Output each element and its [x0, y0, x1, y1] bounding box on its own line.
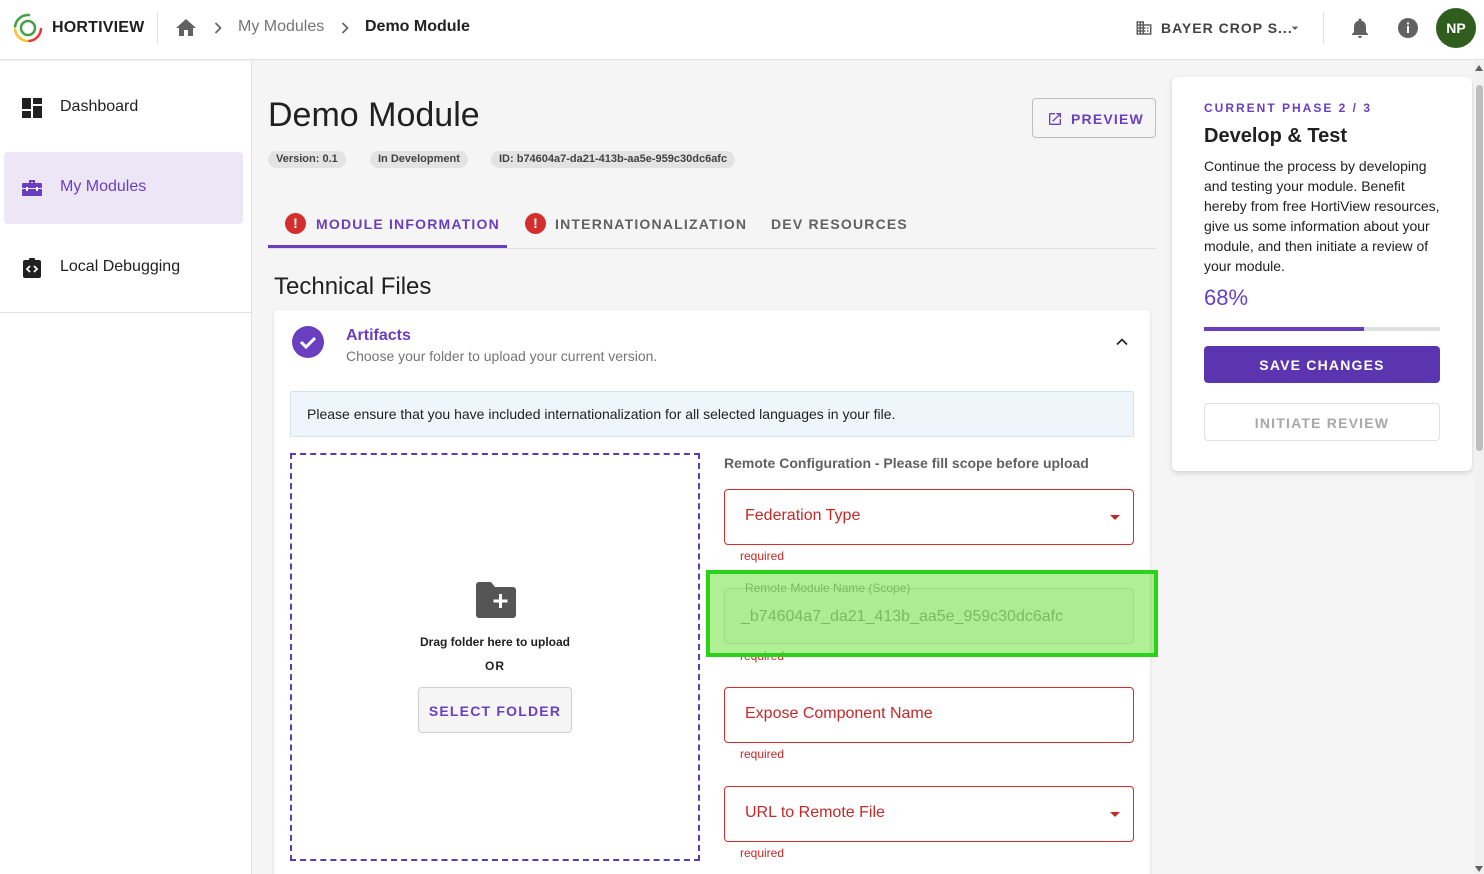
preview-button[interactable]: PREVIEW: [1032, 98, 1156, 138]
federation-type-select[interactable]: Federation Type: [724, 489, 1134, 545]
organization-selector[interactable]: BAYER CROP S...: [1161, 20, 1293, 36]
chevron-up-icon[interactable]: [1112, 332, 1132, 352]
tab-internationalization[interactable]: ! INTERNATIONALIZATION: [508, 207, 753, 249]
sidebar-item-dashboard[interactable]: Dashboard: [4, 72, 243, 144]
dashboard-icon: [22, 98, 42, 118]
sidebar-item-local-debugging[interactable]: Local Debugging: [4, 232, 243, 304]
tab-label: MODULE INFORMATION: [316, 216, 500, 232]
caret-down-icon: [1110, 515, 1120, 520]
sidebar-item-my-modules[interactable]: My Modules: [4, 152, 243, 224]
progress-bar: [1204, 327, 1440, 331]
status-badge: In Development: [370, 151, 468, 168]
accordion-title[interactable]: Artifacts: [346, 327, 411, 345]
breadcrumb-my-modules[interactable]: My Modules: [238, 18, 324, 36]
chevron-right-icon: [214, 22, 222, 34]
home-icon[interactable]: [174, 16, 198, 40]
info-banner: Please ensure that you have included int…: [290, 391, 1134, 437]
select-folder-label: SELECT FOLDER: [428, 703, 562, 719]
save-changes-label: SAVE CHANGES: [1259, 357, 1385, 373]
save-changes-button[interactable]: SAVE CHANGES: [1204, 346, 1440, 383]
tab-label: DEV RESOURCES: [771, 216, 908, 232]
field-label: URL to Remote File: [745, 804, 885, 821]
progress-percent: 68%: [1204, 285, 1249, 310]
tab-dev-resources[interactable]: DEV RESOURCES: [755, 207, 915, 249]
check-circle-icon: [292, 326, 324, 358]
progress-fill: [1204, 327, 1365, 331]
avatar[interactable]: NP: [1436, 8, 1476, 48]
helper-text: required: [740, 549, 785, 563]
open-in-new-icon: [1049, 113, 1061, 125]
toolbox-icon: [22, 180, 42, 196]
highlight-overlay: [706, 570, 1158, 657]
caret-down-icon: [1110, 812, 1120, 817]
code-box-icon: [23, 258, 41, 278]
bell-icon[interactable]: [1348, 16, 1372, 40]
caret-down-icon[interactable]: [1287, 20, 1303, 36]
scroll-down-arrow[interactable]: [1475, 866, 1483, 872]
chevron-right-icon: [341, 22, 349, 34]
module-id-chip: ID: b74604a7-da21-413b-aa5e-959c30dc6afc: [491, 151, 736, 168]
sidebar-divider: [0, 312, 251, 313]
drag-instruction: Drag folder here to upload: [419, 635, 570, 649]
info-icon[interactable]: [1396, 16, 1420, 40]
folder-dropzone[interactable]: Drag folder here to upload OR SELECT FOL…: [290, 453, 700, 861]
expose-component-name-field[interactable]: Expose Component Name: [724, 687, 1134, 743]
brand-name[interactable]: HORTIVIEW: [52, 19, 144, 37]
phase-title: Develop & Test: [1204, 125, 1347, 147]
top-app-bar: HORTIVIEW My Modules Demo Module BAYER C…: [0, 0, 1484, 60]
phase-label: CURRENT PHASE 2 / 3: [1204, 101, 1373, 115]
phase-card: CURRENT PHASE 2 / 3 Develop & Test Conti…: [1172, 77, 1472, 471]
sidebar-item-label: Dashboard: [60, 98, 139, 115]
or-separator: OR: [485, 659, 505, 673]
sidebar: Dashboard My Modules Local Debugging: [0, 61, 252, 874]
accordion-subtitle: Choose your folder to upload your curren…: [346, 348, 658, 364]
hortiview-logo[interactable]: [12, 12, 44, 44]
initiate-review-button[interactable]: INITIATE REVIEW: [1204, 403, 1440, 441]
building-icon: [1136, 21, 1152, 35]
header-divider: [1323, 12, 1324, 44]
helper-text: required: [740, 747, 785, 761]
alert-icon: !: [285, 213, 306, 234]
banner-text: Please ensure that you have included int…: [307, 406, 896, 422]
header-divider: [157, 12, 158, 44]
field-label: Expose Component Name: [745, 705, 933, 722]
scrollbar[interactable]: [1474, 61, 1484, 874]
initiate-review-label: INITIATE REVIEW: [1254, 415, 1390, 431]
remote-config-title: Remote Configuration - Please fill scope…: [724, 455, 1089, 471]
preview-label: PREVIEW: [1071, 111, 1144, 127]
tabs-divider: [268, 248, 1156, 249]
phase-description: Continue the process by developing and t…: [1204, 158, 1440, 274]
url-remote-file-select[interactable]: URL to Remote File: [724, 786, 1134, 842]
select-folder-button[interactable]: SELECT FOLDER: [418, 687, 572, 733]
scrollbar-thumb[interactable]: [1476, 85, 1483, 451]
tab-module-information[interactable]: ! MODULE INFORMATION: [268, 207, 507, 249]
scroll-up-arrow[interactable]: [1475, 65, 1483, 71]
sidebar-item-label: My Modules: [60, 178, 147, 195]
page-title: Demo Module: [268, 96, 480, 134]
alert-icon: !: [525, 213, 546, 234]
sidebar-item-label: Local Debugging: [60, 258, 181, 275]
field-label: Federation Type: [745, 507, 861, 524]
tab-label: INTERNATIONALIZATION: [555, 216, 748, 232]
version-chip: Version: 0.1: [268, 151, 346, 168]
create-folder-icon: [476, 582, 516, 618]
helper-text: required: [740, 846, 785, 860]
breadcrumb-current: Demo Module: [365, 18, 470, 35]
section-title: Technical Files: [274, 273, 432, 300]
